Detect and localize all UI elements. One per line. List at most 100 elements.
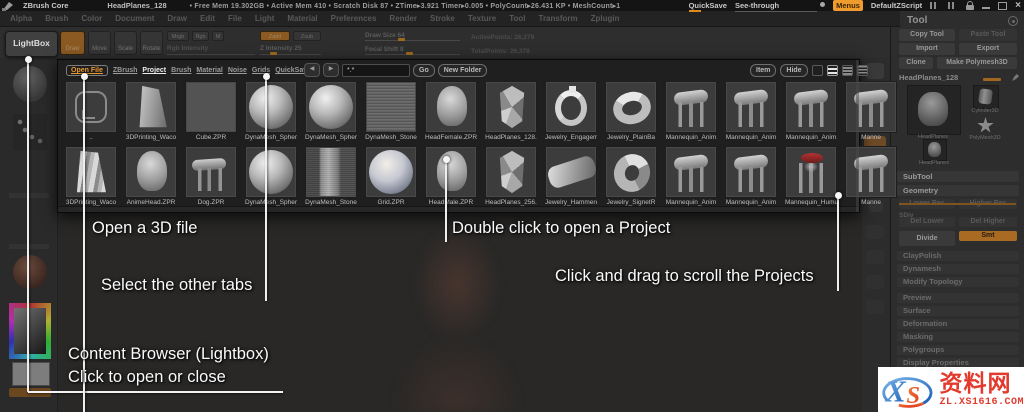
- stroke-type-icon[interactable]: [13, 114, 47, 150]
- section-polygroups[interactable]: Polygroups: [897, 345, 1019, 355]
- project-thumbnail[interactable]: Mannequin_Anim: [665, 146, 717, 206]
- project-thumbnail[interactable]: Manne: [845, 146, 897, 206]
- clone-button[interactable]: Clone: [899, 57, 933, 69]
- mannequin-preview[interactable]: [845, 81, 897, 133]
- cylinder3d-thumbnail[interactable]: [973, 85, 999, 109]
- mannequin-preview[interactable]: [785, 81, 837, 133]
- sphere-preview[interactable]: [305, 81, 357, 133]
- divide-button[interactable]: Divide: [899, 231, 955, 246]
- right-shelf-frame-icon[interactable]: [866, 225, 884, 239]
- mrgb-button[interactable]: Mrgb: [167, 31, 189, 41]
- go-button[interactable]: Go: [413, 63, 435, 77]
- path-filter-input[interactable]: *.*: [342, 63, 410, 77]
- left-tray-icon[interactable]: [930, 2, 941, 9]
- view-size-2-icon[interactable]: [826, 65, 838, 76]
- lock-icon[interactable]: [966, 0, 975, 10]
- menu-item-preferences[interactable]: Preferences: [331, 14, 377, 23]
- del-lower-button[interactable]: Del Lower: [899, 217, 955, 227]
- hide-button[interactable]: Hide: [780, 64, 808, 77]
- headplanes-preview[interactable]: [485, 81, 537, 133]
- project-thumbnail[interactable]: Jewelry_PlainBa: [605, 81, 657, 141]
- paste-tool-button[interactable]: Paste Tool: [959, 29, 1017, 41]
- move-mode-button[interactable]: Move: [88, 31, 111, 55]
- mannequinred-preview[interactable]: [785, 146, 837, 198]
- project-thumbnail[interactable]: Manne: [845, 81, 897, 141]
- menu-item-color[interactable]: Color: [81, 14, 102, 23]
- z-intensity-handle[interactable]: [270, 52, 277, 55]
- zadd-button[interactable]: Zadd: [260, 31, 290, 41]
- band-preview[interactable]: [605, 81, 657, 133]
- right-shelf-scroll-icon[interactable]: [866, 63, 884, 79]
- project-thumbnail[interactable]: Jewelry_Engagem: [545, 81, 597, 141]
- project-thumbnail[interactable]: DynaMesh_Stone: [365, 81, 417, 141]
- project-thumbnail[interactable]: Mannequin_Anim: [725, 81, 777, 141]
- project-thumbnail[interactable]: Mannequin_Anim: [665, 81, 717, 141]
- rgb-intensity-slider[interactable]: Rgb Intensity: [167, 45, 208, 52]
- menus-toggle-button[interactable]: Menus: [833, 0, 863, 11]
- view-size-3-icon[interactable]: [841, 65, 853, 76]
- project-thumbnail[interactable]: DynaMesh_Spher: [245, 81, 297, 141]
- import-button[interactable]: Import: [899, 43, 955, 55]
- right-tray-icon[interactable]: [948, 2, 959, 9]
- sphereblue-preview[interactable]: [365, 146, 417, 198]
- close-icon[interactable]: ×: [1015, 0, 1021, 11]
- default-zscript-button[interactable]: DefaultZScript: [871, 1, 922, 10]
- head-preview[interactable]: [425, 146, 477, 198]
- menu-item-alpha[interactable]: Alpha: [10, 14, 32, 23]
- lightbox-tab-brush[interactable]: Brush: [171, 67, 191, 74]
- color-picker[interactable]: [9, 303, 51, 359]
- project-thumbnail[interactable]: DynaMesh_Spher: [305, 81, 357, 141]
- quicksave-button[interactable]: QuickSave: [688, 1, 727, 12]
- minimize-icon[interactable]: [982, 7, 991, 9]
- vase-preview[interactable]: [125, 81, 177, 133]
- project-thumbnail[interactable]: Mannequin_Anim: [785, 81, 837, 141]
- mannequin-preview[interactable]: [665, 81, 717, 133]
- menu-item-stroke[interactable]: Stroke: [430, 14, 455, 23]
- project-thumbnail[interactable]: AnimeHead.ZPR: [125, 146, 177, 206]
- zsub-button[interactable]: Zsub: [293, 31, 321, 41]
- rgb-button[interactable]: Rgb: [192, 31, 209, 41]
- scale-mode-button[interactable]: Scale: [114, 31, 137, 55]
- nav-forward-icon[interactable]: ▶: [323, 63, 339, 77]
- menu-item-material[interactable]: Material: [287, 14, 317, 23]
- m-button[interactable]: M: [212, 31, 224, 41]
- section-modify-topology[interactable]: Modify Topology: [897, 277, 1019, 287]
- lightbox-tab-noise[interactable]: Noise: [228, 67, 247, 74]
- copy-tool-button[interactable]: Copy Tool: [899, 29, 955, 41]
- project-thumbnail[interactable]: DynaMesh_Stone: [305, 146, 357, 206]
- rotate-mode-button[interactable]: Rotate: [140, 31, 163, 55]
- lightbox-tab-project[interactable]: Project: [142, 67, 166, 74]
- focal-shift-slider[interactable]: Focal Shift 8: [365, 46, 404, 53]
- project-thumbnail[interactable]: Jewelry_SignetR: [605, 146, 657, 206]
- project-thumbnail[interactable]: HeadFemale.ZPR: [425, 81, 477, 141]
- nav-back-icon[interactable]: ◀: [304, 63, 320, 77]
- mannequin-preview[interactable]: [665, 146, 717, 198]
- menu-item-document[interactable]: Document: [115, 14, 154, 23]
- dog-preview[interactable]: [185, 146, 237, 198]
- lightbox-tab-zbrush[interactable]: ZBrush: [113, 67, 138, 74]
- tool-opacity-slider[interactable]: [983, 78, 1001, 81]
- alpha-slot[interactable]: [9, 193, 49, 198]
- item-button[interactable]: Item: [750, 64, 777, 77]
- ring-preview[interactable]: [545, 81, 597, 133]
- brush-preview-icon[interactable]: [13, 66, 47, 102]
- project-thumbnail[interactable]: DynaMesh_Spher: [245, 146, 297, 206]
- polymesh3d-thumbnail[interactable]: [977, 117, 994, 133]
- menu-item-brush[interactable]: Brush: [45, 14, 68, 23]
- z-intensity-slider[interactable]: Z Intensity 25: [260, 45, 302, 52]
- menu-item-draw[interactable]: Draw: [167, 14, 187, 23]
- menu-item-render[interactable]: Render: [389, 14, 417, 23]
- lightbox-toggle-button[interactable]: LightBox: [5, 31, 58, 57]
- project-thumbnail[interactable]: ..: [65, 81, 117, 141]
- headplanes-preview[interactable]: [485, 146, 537, 198]
- new-folder-button[interactable]: New Folder: [437, 63, 488, 77]
- sphere-preview[interactable]: [245, 81, 297, 133]
- folder-preview[interactable]: [65, 81, 117, 133]
- section-surface[interactable]: Surface: [897, 306, 1019, 316]
- gear-icon[interactable]: [1008, 16, 1018, 26]
- signet-preview[interactable]: [605, 146, 657, 198]
- menu-item-transform[interactable]: Transform: [539, 14, 578, 23]
- project-thumbnail[interactable]: Mannequin_Humu: [785, 146, 837, 206]
- project-thumbnail[interactable]: 3DPrinting_Waco: [65, 146, 117, 206]
- menu-item-file[interactable]: File: [228, 14, 242, 23]
